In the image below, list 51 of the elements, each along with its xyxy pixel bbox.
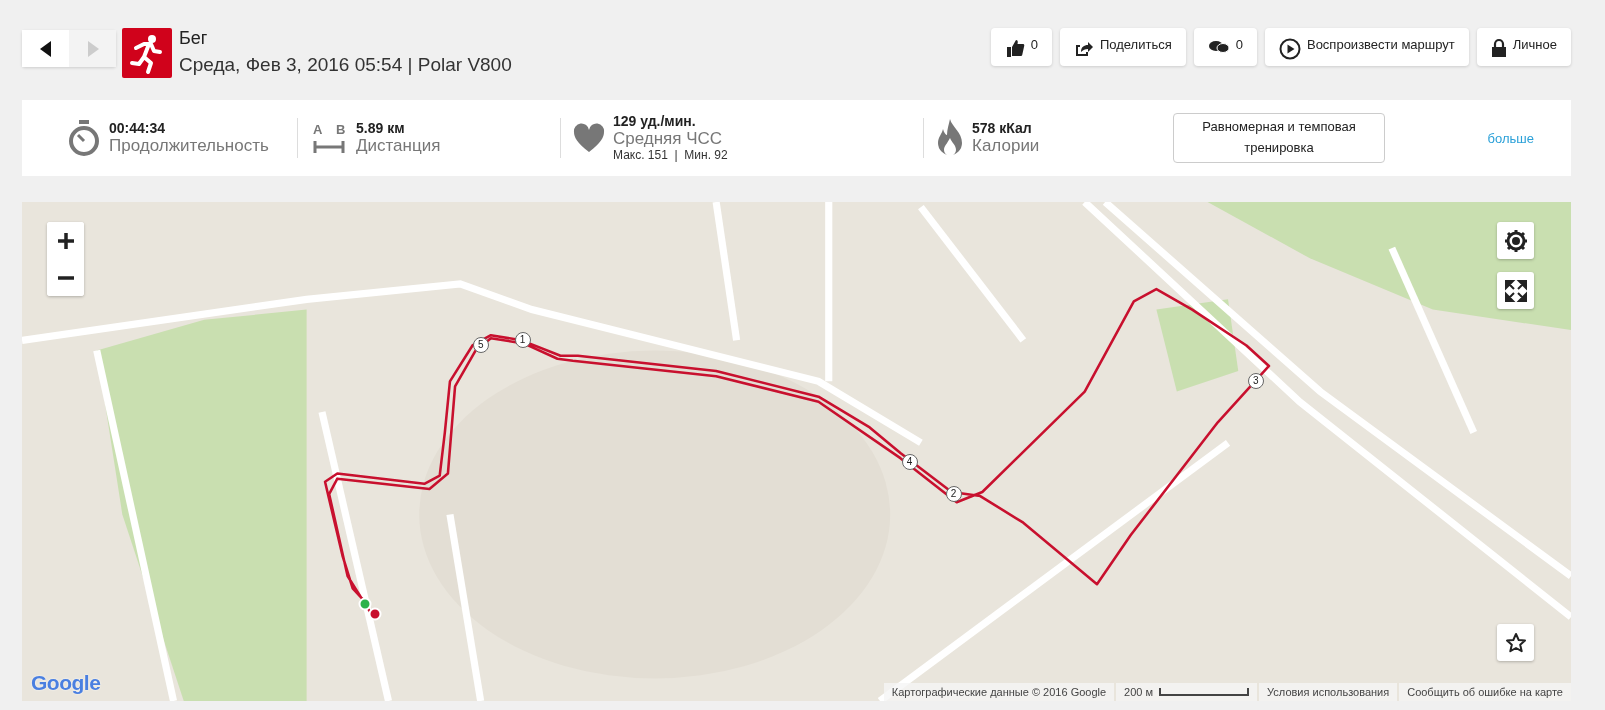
settings-icon xyxy=(1503,228,1528,253)
plus-icon xyxy=(56,231,75,250)
zoom-out-button[interactable] xyxy=(47,259,84,296)
lap-marker[interactable]: 1 xyxy=(514,332,531,349)
star-icon xyxy=(1504,631,1527,654)
sport-title: Бег xyxy=(179,28,209,49)
play-circle-icon xyxy=(1278,38,1301,60)
favorite-button[interactable] xyxy=(1497,624,1534,661)
stat-value: 00:44:34 xyxy=(109,120,167,137)
thumbs-up-icon xyxy=(1004,38,1025,58)
finish-marker xyxy=(368,607,382,621)
stat-label: Дистанция xyxy=(356,136,441,156)
stat-value: 5.89 км xyxy=(356,120,406,137)
replay-button[interactable]: Воспроизвести маршрут xyxy=(1264,28,1469,66)
privacy-button[interactable]: Личное xyxy=(1476,28,1571,66)
fullscreen-icon xyxy=(1503,278,1528,303)
stat-value: 578 кКал xyxy=(972,120,1033,137)
stat-label: Средняя ЧСС xyxy=(613,129,724,149)
lap-marker[interactable]: 5 xyxy=(472,337,489,354)
training-benefit-button[interactable]: Равномерная и темповая тренировка xyxy=(1173,113,1385,163)
stat-label: Продолжительность xyxy=(109,136,269,156)
share-button[interactable]: Поделиться xyxy=(1059,28,1186,66)
lock-icon xyxy=(1490,38,1507,58)
heart-icon xyxy=(573,123,605,153)
settings-button[interactable] xyxy=(1497,222,1534,259)
terms-link[interactable]: Условия использования xyxy=(1259,683,1398,701)
like-button[interactable]: 0 xyxy=(990,28,1052,66)
google-logo: Google xyxy=(31,671,101,695)
speech-bubbles-icon xyxy=(1207,38,1230,56)
lap-marker[interactable]: 3 xyxy=(1247,373,1264,390)
stat-value: 129 уд./мин. xyxy=(613,113,697,130)
forward-arrow-icon xyxy=(86,40,99,57)
back-arrow-icon xyxy=(39,40,52,57)
comment-button[interactable]: 0 xyxy=(1193,28,1257,66)
report-error-link[interactable]: Сообщить об ошибке на карте xyxy=(1399,683,1571,701)
back-button[interactable] xyxy=(22,30,69,67)
lap-marker[interactable]: 4 xyxy=(901,454,918,471)
fullscreen-button[interactable] xyxy=(1497,272,1534,309)
scale-bar-icon xyxy=(1159,688,1250,696)
start-marker xyxy=(358,597,372,611)
stat-details: Макс. 151 | Мин. 92 xyxy=(613,148,728,163)
stat-label: Калории xyxy=(972,136,1040,156)
zoom-in-button[interactable] xyxy=(47,222,84,259)
map-scale: 200 м xyxy=(1116,683,1258,701)
flame-icon xyxy=(936,118,964,158)
running-person-icon xyxy=(122,28,172,78)
session-subtitle: Среда, Фев 3, 2016 05:54 | Polar V800 xyxy=(179,54,512,76)
minus-icon xyxy=(56,275,75,280)
lap-marker[interactable]: 2 xyxy=(945,486,962,502)
map-attribution: Картографические данные © 2016 Google xyxy=(883,683,1115,701)
stopwatch-icon xyxy=(67,119,101,157)
